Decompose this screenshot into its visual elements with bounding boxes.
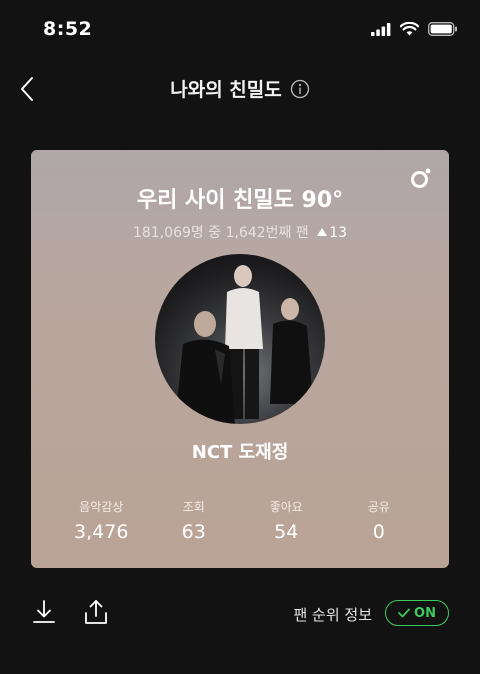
battery-icon	[428, 22, 457, 36]
rank-up-icon	[317, 228, 328, 236]
stat-value: 63	[181, 521, 206, 543]
stat-label: 좋아요	[269, 500, 303, 514]
rank-total: 181,069명	[132, 225, 204, 241]
fan-rank-line: 181,069명 중 1,642번째 팬 13	[31, 222, 449, 242]
stats-row: 음악감상 3,476 조회 63 좋아요 54 공유 0	[31, 498, 449, 543]
toggle-label: ON	[414, 605, 436, 621]
stat-label: 조회	[182, 500, 205, 514]
status-bar: 8:52	[0, 0, 480, 60]
wifi-icon	[400, 22, 419, 36]
download-icon[interactable]	[31, 598, 57, 626]
stat-value: 0	[372, 521, 385, 543]
check-icon	[398, 608, 410, 618]
intimacy-headline: 우리 사이 친밀도 90°	[136, 188, 344, 213]
fan-rank-toggle[interactable]: ON	[385, 600, 449, 626]
bottom-bar: 팬 순위 정보 ON	[0, 596, 480, 632]
stat-views: 조회 63	[154, 498, 234, 543]
share-icon[interactable]	[83, 598, 109, 626]
stat-shares: 공유 0	[339, 498, 419, 543]
rank-position: 1,642번째 팬	[225, 225, 309, 241]
stat-label: 음악감상	[79, 500, 124, 514]
rank-change-value: 13	[329, 225, 348, 241]
artist-photo-illustration	[175, 265, 313, 424]
status-icons	[371, 22, 458, 36]
stat-value: 54	[274, 521, 299, 543]
nav-header: 나와의 친밀도	[0, 66, 480, 112]
intimacy-card: 우리 사이 친밀도 90° 181,069명 중 1,642번째 팬 13 NC…	[31, 150, 449, 568]
rank-change: 13	[313, 225, 347, 241]
status-time: 8:52	[43, 18, 93, 40]
info-icon[interactable]	[290, 79, 310, 99]
page-title: 나와의 친밀도	[170, 79, 282, 101]
stat-likes: 좋아요 54	[246, 498, 326, 543]
fan-rank-info-label: 팬 순위 정보	[293, 606, 372, 624]
stat-label: 공유	[367, 500, 390, 514]
signal-icon	[371, 22, 391, 36]
rank-middle: 중	[208, 225, 222, 241]
artist-photo	[155, 254, 325, 424]
artist-name: NCT 도재정	[191, 442, 289, 463]
nav-title-group: 나와의 친밀도	[0, 75, 480, 102]
stat-listening: 음악감상 3,476	[61, 498, 141, 543]
stat-value: 3,476	[74, 521, 129, 543]
